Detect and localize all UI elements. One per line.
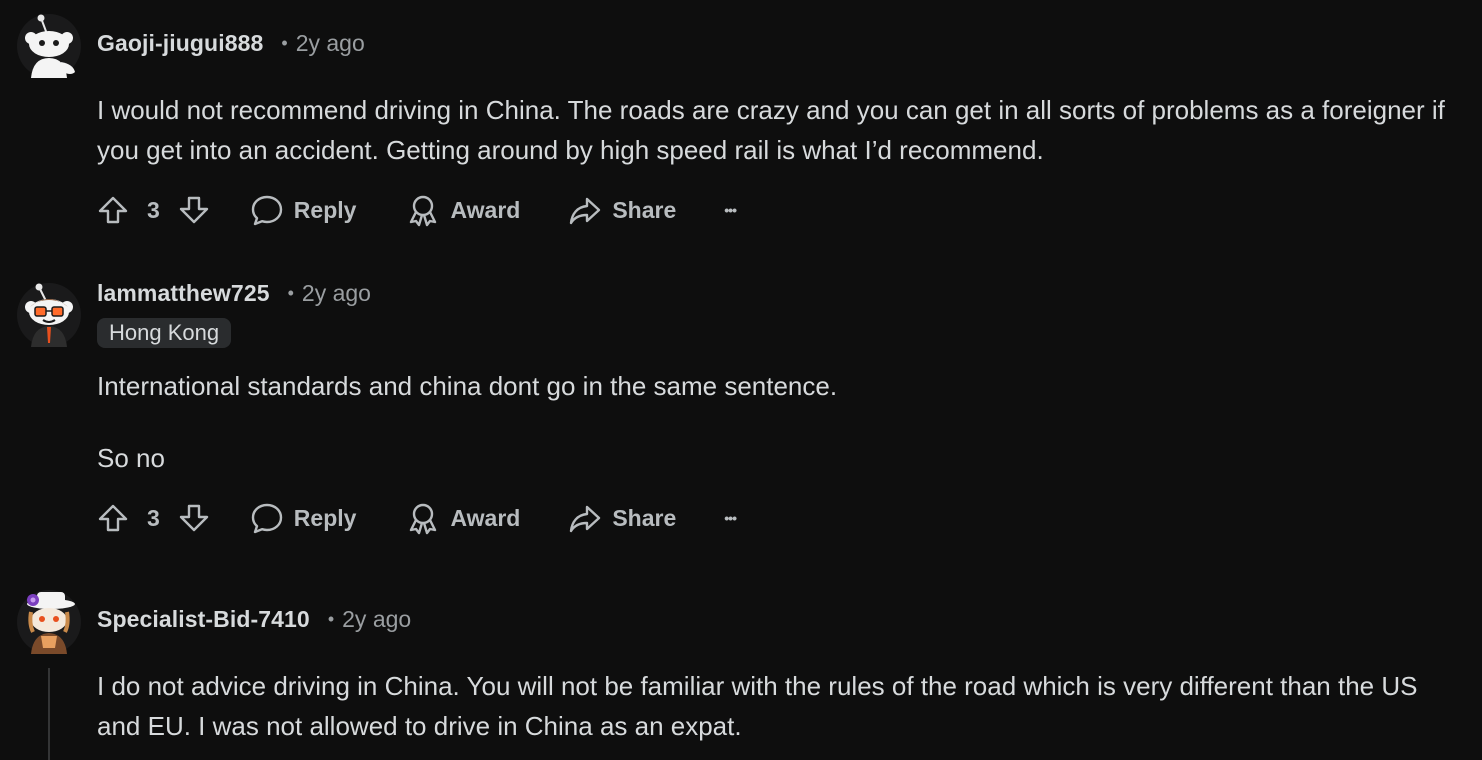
reply-button[interactable]: Reply xyxy=(250,501,357,535)
vote-count: 3 xyxy=(147,504,160,531)
share-button[interactable]: Share xyxy=(568,501,676,535)
comment-actions: 3 Reply Award Share ••• xyxy=(97,192,737,228)
comment-paragraph: So no xyxy=(97,443,165,473)
downvote-button[interactable] xyxy=(178,194,210,226)
share-button[interactable]: Share xyxy=(568,193,676,227)
comment-body: I would not recommend driving in China. … xyxy=(97,90,1467,170)
vote-count: 3 xyxy=(147,196,160,223)
downvote-button[interactable] xyxy=(178,502,210,534)
separator-dot: • xyxy=(327,609,335,629)
award-label: Award xyxy=(450,196,521,223)
comment-paragraph: I do not advice driving in China. You wi… xyxy=(97,671,1418,741)
timestamp[interactable]: 2y ago xyxy=(296,30,365,57)
award-button[interactable]: Award xyxy=(406,193,520,227)
snoo-glasses-avatar-icon xyxy=(17,283,81,347)
user-flair: Hong Kong xyxy=(97,318,232,348)
downvote-arrow-icon xyxy=(179,196,208,224)
comment-meta: lammatthew725 • 2y ago xyxy=(97,280,371,307)
reply-label: Reply xyxy=(293,196,357,223)
speech-bubble-icon xyxy=(251,195,282,226)
separator-dot: • xyxy=(287,283,294,303)
comment-paragraph: I would not recommend driving in China. … xyxy=(97,95,1445,165)
award-button[interactable]: Award xyxy=(406,501,520,535)
avatar[interactable] xyxy=(17,283,81,347)
comment-body: I do not advice driving in China. You wi… xyxy=(97,666,1467,746)
share-arrow-icon xyxy=(570,505,601,533)
share-label: Share xyxy=(612,504,677,531)
speech-bubble-icon xyxy=(251,503,282,534)
downvote-arrow-icon xyxy=(179,504,208,532)
comment-meta: Specialist-Bid-7410 • 2y ago xyxy=(97,606,411,633)
more-options-button[interactable]: ••• xyxy=(724,202,737,218)
more-options-button[interactable]: ••• xyxy=(724,510,737,526)
avatar[interactable] xyxy=(17,590,81,654)
comment-body: International standards and china dont g… xyxy=(97,366,1467,478)
upvote-button[interactable] xyxy=(97,502,129,534)
share-arrow-icon xyxy=(570,197,601,225)
snoo-hat-avatar-icon xyxy=(17,590,81,654)
username[interactable]: Specialist-Bid-7410 xyxy=(97,606,310,633)
separator-dot: • xyxy=(281,33,288,53)
reply-label: Reply xyxy=(293,504,357,531)
award-ribbon-icon xyxy=(410,503,437,535)
username[interactable]: lammatthew725 xyxy=(97,280,270,307)
comment-actions: 3 Reply Award Share ••• xyxy=(97,500,737,536)
comment-paragraph: International standards and china dont g… xyxy=(97,371,838,401)
upvote-button[interactable] xyxy=(97,194,129,226)
reply-button[interactable]: Reply xyxy=(250,193,357,227)
timestamp[interactable]: 2y ago xyxy=(302,280,371,307)
thread-line[interactable] xyxy=(48,668,50,760)
avatar[interactable] xyxy=(17,14,81,78)
timestamp[interactable]: 2y ago xyxy=(342,606,411,633)
award-ribbon-icon xyxy=(410,195,437,227)
share-label: Share xyxy=(612,196,677,223)
upvote-arrow-icon xyxy=(98,504,128,532)
comment-meta: Gaoji-jiugui888 • 2y ago xyxy=(97,30,365,57)
snoo-avatar-icon xyxy=(17,14,81,78)
username[interactable]: Gaoji-jiugui888 xyxy=(97,30,263,57)
upvote-arrow-icon xyxy=(98,196,128,224)
award-label: Award xyxy=(450,504,521,531)
